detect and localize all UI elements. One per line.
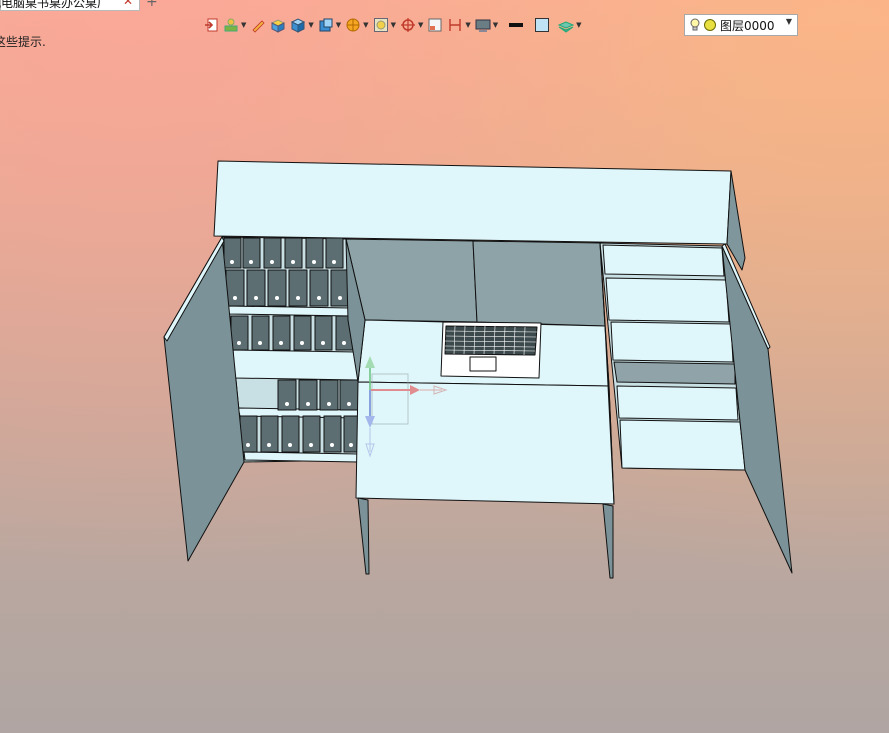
render-mode-button[interactable]: ▼ [345, 14, 369, 36]
close-icon[interactable]: ✕ [123, 0, 133, 8]
viewport-hint: 这些提示. [0, 35, 46, 49]
document-tab[interactable]: 式电脑桌书桌办公桌厂 ✕ [0, 0, 140, 11]
back-panel [213, 160, 732, 245]
chevron-down-icon[interactable]: ▼ [786, 17, 792, 26]
right-drawer-1 [602, 244, 725, 277]
document-tab-title: 式电脑桌书桌办公桌厂 [0, 0, 110, 10]
right-drawer-5 [619, 419, 746, 471]
measure-button[interactable]: ▼ [447, 14, 471, 36]
section-view-icon [428, 18, 442, 32]
3d-viewport[interactable]: 式电脑桌书桌办公桌厂 ✕ + 这些提示. ▼ ▼ ▼ ▼ ▼ ▼ ▼ ▼ ▼ 图… [0, 0, 889, 733]
box-yellow-icon [271, 19, 286, 33]
assembly-button[interactable]: ▼ [223, 14, 246, 36]
line-color-button[interactable] [508, 14, 524, 36]
fill-color-icon [535, 18, 550, 32]
cube-blue-icon [291, 18, 306, 33]
left-shelf-2 [232, 349, 359, 381]
left-shelf-1 [227, 305, 353, 317]
measure-icon [449, 19, 462, 31]
document-tab-bar: 式电脑桌书桌办公桌厂 ✕ + [0, 0, 889, 11]
assembly-icon [224, 18, 238, 32]
layer-manager-icon [558, 21, 575, 33]
line-color-icon [509, 23, 524, 27]
exit-sketch-icon [205, 18, 218, 32]
desk-top-lower [355, 381, 615, 505]
laptop-touchpad [469, 356, 497, 372]
display-button[interactable]: ▼ [475, 14, 498, 36]
view-orientation-icon [373, 18, 388, 32]
target-icon [400, 18, 415, 32]
layer-dropdown[interactable]: 图层0000 ▼ [684, 14, 798, 36]
view-cube-icon [319, 18, 333, 32]
center-recess-right [472, 240, 606, 327]
fill-color-button[interactable] [534, 14, 550, 36]
add-tab-icon[interactable]: + [146, 0, 158, 10]
sketch-button[interactable] [250, 14, 266, 36]
display-icon [475, 19, 491, 32]
section-view-button[interactable] [427, 14, 443, 36]
exit-sketch-button[interactable] [203, 14, 219, 36]
view-orientation-button[interactable]: ▼ [373, 14, 396, 36]
sun-icon [704, 19, 716, 31]
render-mode-icon [346, 18, 360, 32]
pencil-icon [252, 20, 265, 33]
left-shelf-4 [243, 451, 359, 463]
layer-name: 图层0000 [720, 18, 775, 33]
box-button[interactable] [270, 14, 286, 36]
center-recess-left [345, 238, 478, 323]
view-toolbar: ▼ ▼ ▼ ▼ ▼ ▼ ▼ ▼ ▼ [203, 14, 586, 36]
right-drawer-2 [605, 277, 730, 323]
desk-leg-left [357, 497, 370, 575]
view-cube-button[interactable]: ▼ [318, 14, 341, 36]
lightbulb-icon [690, 18, 700, 31]
right-drawer-3 [610, 321, 734, 363]
desk-model[interactable] [0, 0, 889, 733]
right-drawer-4 [616, 385, 739, 421]
layer-manager-button[interactable]: ▼ [558, 14, 582, 36]
desk-leg-right [602, 503, 614, 579]
right-tray [613, 361, 736, 385]
cube-button[interactable]: ▼ [290, 14, 314, 36]
target-button[interactable]: ▼ [400, 14, 423, 36]
